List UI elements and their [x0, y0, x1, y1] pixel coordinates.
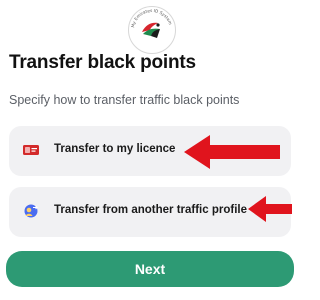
annotation-arrow-left-icon [248, 196, 292, 222]
app-logo: My Emirates ID System [128, 6, 176, 54]
annotation-arrow-left-icon [184, 135, 280, 169]
falcon-emblem-icon [142, 22, 160, 38]
option-label: Transfer to my licence [54, 143, 176, 155]
licence-card-icon [23, 145, 39, 155]
option-label: Transfer from another traffic profile [54, 204, 247, 216]
page-subtitle: Specify how to transfer traffic black po… [9, 93, 240, 107]
next-button[interactable]: Next [6, 251, 294, 287]
page-title: Transfer black points [9, 52, 196, 73]
profile-swap-icon [24, 204, 39, 218]
transfer-black-points-screen: My Emirates ID System Transfer black poi… [0, 0, 300, 300]
